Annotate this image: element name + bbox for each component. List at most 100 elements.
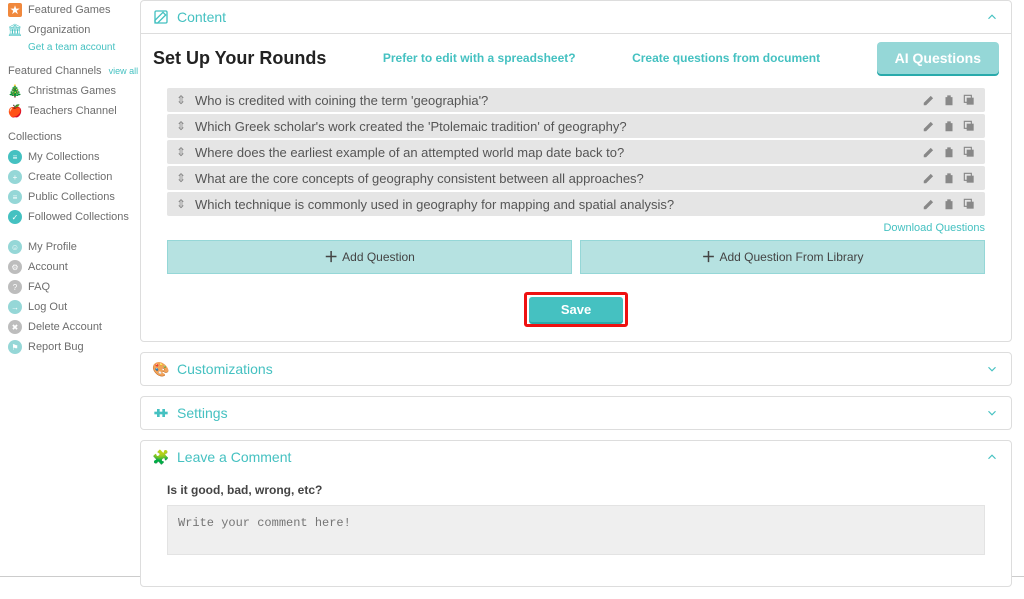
sidebar-item-followed-collections[interactable]: ✓ Followed Collections	[8, 207, 140, 227]
duplicate-question-icon[interactable]	[961, 144, 977, 160]
customizations-panel: 🎨 Customizations	[140, 352, 1012, 386]
gear-icon: ⚙	[8, 260, 22, 274]
question-icon: ?	[8, 280, 22, 294]
customizations-panel-header[interactable]: 🎨 Customizations	[141, 353, 1011, 385]
duplicate-question-icon[interactable]	[961, 92, 977, 108]
edit-question-icon[interactable]	[921, 144, 937, 160]
sidebar-item-create-collection[interactable]: + Create Collection	[8, 167, 140, 187]
edit-question-icon[interactable]	[921, 196, 937, 212]
question-text: Who is credited with coining the term 'g…	[195, 93, 913, 108]
panel-title: Customizations	[177, 361, 273, 377]
add-question-from-library-button[interactable]: ＋ Add Question From Library	[580, 240, 985, 274]
sidebar-item-public-collections[interactable]: ≡ Public Collections	[8, 187, 140, 207]
save-button[interactable]: Save	[529, 297, 623, 322]
sidebar-item-featured-games[interactable]: ★ Featured Games	[8, 0, 140, 20]
add-from-library-label: Add Question From Library	[719, 250, 863, 264]
chevron-up-icon	[985, 450, 999, 464]
chevron-down-icon	[985, 406, 999, 420]
team-account-link[interactable]: Get a team account	[28, 40, 140, 55]
org-icon: 🏛	[8, 23, 22, 37]
sidebar-item-report-bug[interactable]: ⚑ Report Bug	[8, 337, 140, 357]
sidebar-item-my-collections[interactable]: ≡ My Collections	[8, 147, 140, 167]
drag-handle-icon[interactable]: ⇕	[175, 119, 187, 133]
comment-input[interactable]	[167, 505, 985, 555]
drag-handle-icon[interactable]: ⇕	[175, 197, 187, 211]
sidebar-label: Create Collection	[28, 171, 112, 183]
list-icon: ≡	[8, 190, 22, 204]
view-all-link[interactable]: view all	[109, 66, 139, 76]
sidebar-item-account[interactable]: ⚙ Account	[8, 257, 140, 277]
sidebar-item-organization[interactable]: 🏛 Organization	[8, 20, 140, 40]
question-text: Where does the earliest example of an at…	[195, 145, 913, 160]
delete-question-icon[interactable]	[941, 170, 957, 186]
question-row: ⇕ Which technique is commonly used in geo…	[167, 192, 985, 216]
plus-icon: ＋	[701, 247, 715, 267]
plus-icon: ＋	[324, 247, 338, 267]
sidebar-label: Public Collections	[28, 191, 115, 203]
comment-panel-header[interactable]: 🧩 Leave a Comment	[141, 441, 1011, 473]
sidebar-label: My Collections	[28, 151, 100, 163]
chevron-down-icon	[985, 362, 999, 376]
sidebar-item-christmas-games[interactable]: 🎄 Christmas Games	[8, 81, 140, 101]
drag-handle-icon[interactable]: ⇕	[175, 145, 187, 159]
drag-handle-icon[interactable]: ⇕	[175, 93, 187, 107]
add-question-label: Add Question	[342, 250, 415, 264]
delete-question-icon[interactable]	[941, 144, 957, 160]
sidebar-label: Account	[28, 261, 68, 273]
ai-questions-button[interactable]: AI Questions	[877, 42, 999, 74]
question-text: Which Greek scholar's work created the '…	[195, 119, 913, 134]
collections-header: Collections	[8, 131, 140, 143]
sidebar-item-faq[interactable]: ? FAQ	[8, 277, 140, 297]
trash-icon: ✖	[8, 320, 22, 334]
delete-question-icon[interactable]	[941, 118, 957, 134]
puzzle-icon: 🧩	[153, 449, 169, 465]
sidebar-label: Log Out	[28, 301, 67, 313]
question-text: What are the core concepts of geography …	[195, 171, 913, 186]
sliders-icon	[153, 405, 169, 421]
main-content: Content Set Up Your Rounds Prefer to edi…	[140, 0, 1024, 599]
sidebar-label: My Profile	[28, 241, 77, 253]
content-panel: Content Set Up Your Rounds Prefer to edi…	[140, 0, 1012, 342]
edit-icon	[153, 9, 169, 25]
sidebar-item-my-profile[interactable]: ☺ My Profile	[8, 237, 140, 257]
download-questions-link[interactable]: Download Questions	[883, 222, 985, 234]
doc-link[interactable]: Create questions from document	[632, 51, 820, 65]
plus-icon: +	[8, 170, 22, 184]
list-icon: ≡	[8, 150, 22, 164]
duplicate-question-icon[interactable]	[961, 118, 977, 134]
settings-panel-header[interactable]: Settings	[141, 397, 1011, 429]
sidebar-item-delete-account[interactable]: ✖ Delete Account	[8, 317, 140, 337]
sidebar-label: Followed Collections	[28, 211, 129, 223]
logout-icon: →	[8, 300, 22, 314]
delete-question-icon[interactable]	[941, 92, 957, 108]
question-row: ⇕ Where does the earliest example of an a…	[167, 140, 985, 164]
check-icon: ✓	[8, 210, 22, 224]
save-highlight: Save	[524, 292, 628, 327]
duplicate-question-icon[interactable]	[961, 196, 977, 212]
sidebar-item-logout[interactable]: → Log Out	[8, 297, 140, 317]
sidebar-label: FAQ	[28, 281, 50, 293]
drag-handle-icon[interactable]: ⇕	[175, 171, 187, 185]
question-text: Which technique is commonly used in geog…	[195, 197, 913, 212]
chevron-up-icon	[985, 10, 999, 24]
sidebar-label: Teachers Channel	[28, 105, 117, 117]
sidebar-label: Featured Games	[28, 4, 111, 16]
featured-channels-header: Featured Channels view all	[8, 65, 140, 77]
comment-prompt: Is it good, bad, wrong, etc?	[167, 483, 985, 497]
edit-question-icon[interactable]	[921, 118, 937, 134]
question-row: ⇕ Who is credited with coining the term '…	[167, 88, 985, 112]
add-question-button[interactable]: ＋ Add Question	[167, 240, 572, 274]
question-row: ⇕ What are the core concepts of geography…	[167, 166, 985, 190]
content-panel-header[interactable]: Content	[141, 1, 1011, 34]
settings-panel: Settings	[140, 396, 1012, 430]
edit-question-icon[interactable]	[921, 92, 937, 108]
star-icon: ★	[8, 3, 22, 17]
sidebar-label: Organization	[28, 24, 90, 36]
user-icon: ☺	[8, 240, 22, 254]
delete-question-icon[interactable]	[941, 196, 957, 212]
sidebar-item-teachers-channel[interactable]: 🍎 Teachers Channel	[8, 101, 140, 121]
duplicate-question-icon[interactable]	[961, 170, 977, 186]
panel-title: Content	[177, 9, 226, 25]
edit-question-icon[interactable]	[921, 170, 937, 186]
spreadsheet-link[interactable]: Prefer to edit with a spreadsheet?	[383, 51, 576, 65]
